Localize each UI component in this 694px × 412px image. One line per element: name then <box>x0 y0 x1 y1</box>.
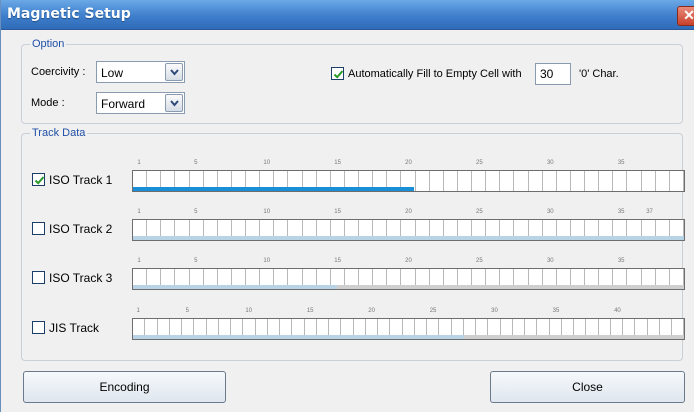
option-legend: Option <box>32 38 65 50</box>
track-cell[interactable] <box>656 171 670 191</box>
track-checkbox[interactable] <box>32 271 45 284</box>
ruler-tick-label: 10 <box>263 160 271 166</box>
ruler-tick-label: 20 <box>405 160 412 166</box>
track-cells[interactable] <box>132 318 685 340</box>
track-remaining-bar <box>463 335 684 339</box>
track-cell[interactable] <box>444 171 458 191</box>
track-cell[interactable] <box>458 171 472 191</box>
track-cells[interactable] <box>132 170 685 192</box>
track-cells[interactable] <box>132 219 685 241</box>
ruler-tick-label: 15 <box>334 209 341 215</box>
chevron-down-icon[interactable] <box>165 94 183 112</box>
track-cell[interactable] <box>642 171 656 191</box>
track-remaining-bar <box>336 285 684 289</box>
track-label: JIS Track <box>49 321 100 335</box>
magnetic-setup-window: Magnetic Setup ✕ Option Coercivity : Low… <box>0 0 694 412</box>
ruler-tick-label: 30 <box>546 160 554 166</box>
ruler-tick-label: 20 <box>368 308 375 314</box>
autofill-checkbox[interactable] <box>331 67 344 80</box>
track-ruler: 1 5 10 15 20 25 30 35 40 <box>132 308 685 318</box>
ruler-tick-label: 20 <box>405 258 412 264</box>
track-cell[interactable] <box>599 171 614 191</box>
checkmark-icon <box>34 176 45 185</box>
ruler-tick-label: 15 <box>334 160 341 166</box>
close-button[interactable]: Close <box>490 371 685 403</box>
ruler-tick-label: 10 <box>245 308 253 314</box>
coercivity-value: Low <box>101 66 124 80</box>
autofill-char-label: '0' Char. <box>579 68 619 80</box>
track-cell[interactable] <box>514 171 529 191</box>
track-cell[interactable] <box>500 171 515 191</box>
ruler-tick-label: 5 <box>194 209 198 215</box>
ruler-tick-label: 15 <box>334 258 341 264</box>
track-cell[interactable] <box>529 171 543 191</box>
coercivity-select[interactable]: Low <box>96 61 185 83</box>
track-cell[interactable] <box>670 171 684 191</box>
track-cell[interactable] <box>543 171 557 191</box>
track-ruler: 1 5 10 15 20 25 30 35 <box>132 160 685 170</box>
title-bar[interactable]: Magnetic Setup ✕ <box>1 0 694 30</box>
ruler-tick-label: 15 <box>306 308 314 314</box>
ruler-tick-label: 35 <box>617 160 625 166</box>
track-progress-bar <box>133 187 414 191</box>
track-ruler: 1 5 10 15 20 25 30 35 <box>132 258 685 268</box>
chevron-down-icon[interactable] <box>165 63 183 81</box>
track-cells[interactable] <box>132 268 685 290</box>
ruler-tick-label: 37 <box>646 209 653 215</box>
ruler-tick-label: 35 <box>617 258 625 264</box>
track-checkbox[interactable] <box>32 222 45 235</box>
coercivity-label: Coercivity : <box>31 66 86 78</box>
track-cell[interactable] <box>430 171 444 191</box>
ruler-tick-label: 5 <box>194 258 198 264</box>
ruler-tick-label: 25 <box>476 160 483 166</box>
track-cell[interactable] <box>557 171 571 191</box>
ruler-tick-label: 30 <box>546 209 554 215</box>
track-label: ISO Track 2 <box>49 222 113 236</box>
ruler-tick-label: 1 <box>136 308 140 314</box>
mode-label: Mode : <box>31 97 65 109</box>
checkmark-icon <box>333 70 344 79</box>
track-cell[interactable] <box>486 171 501 191</box>
track-progress-bar <box>133 335 464 339</box>
ruler-tick-label: 30 <box>491 308 498 314</box>
ruler-tick-label: 5 <box>194 160 198 166</box>
ruler-tick-label: 35 <box>552 308 560 314</box>
track-data-legend: Track Data <box>32 127 86 139</box>
track-progress-bar <box>133 285 337 289</box>
track-cell[interactable] <box>585 171 600 191</box>
mode-value: Forward <box>101 97 146 111</box>
encoding-button[interactable]: Encoding <box>23 371 226 403</box>
track-cell[interactable] <box>571 171 585 191</box>
ruler-tick-label: 1 <box>137 209 141 215</box>
autofill-label: Automatically Fill to Empty Cell with <box>348 68 522 80</box>
track-cell[interactable] <box>613 171 628 191</box>
track-cell[interactable] <box>472 171 487 191</box>
ruler-tick-label: 35 <box>617 209 625 215</box>
ruler-tick-label: 30 <box>546 258 554 264</box>
ruler-tick-label: 25 <box>429 308 437 314</box>
ruler-tick-label: 10 <box>263 258 271 264</box>
track-checkbox[interactable] <box>32 321 45 334</box>
track-cell[interactable] <box>416 171 430 191</box>
track-progress-bar <box>133 236 684 240</box>
autofill-value-input[interactable]: 30 <box>535 63 571 85</box>
track-checkbox[interactable] <box>32 173 45 186</box>
ruler-tick-label: 5 <box>185 308 189 314</box>
ruler-tick-label: 10 <box>263 209 271 215</box>
track-label: ISO Track 1 <box>49 173 113 187</box>
mode-select[interactable]: Forward <box>96 92 185 114</box>
ruler-tick-label: 20 <box>405 209 412 215</box>
track-ruler: 1 5 10 15 20 25 30 35 37 <box>132 209 685 219</box>
ruler-tick-label: 25 <box>476 258 483 264</box>
ruler-tick-label: 40 <box>614 308 621 314</box>
ruler-tick-label: 25 <box>476 209 483 215</box>
window-title: Magnetic Setup <box>7 6 131 22</box>
ruler-tick-label: 1 <box>137 258 141 264</box>
track-label: ISO Track 3 <box>49 271 113 285</box>
ruler-tick-label: 1 <box>137 160 141 166</box>
track-cell[interactable] <box>627 171 642 191</box>
window-close-button[interactable]: ✕ <box>677 6 694 26</box>
